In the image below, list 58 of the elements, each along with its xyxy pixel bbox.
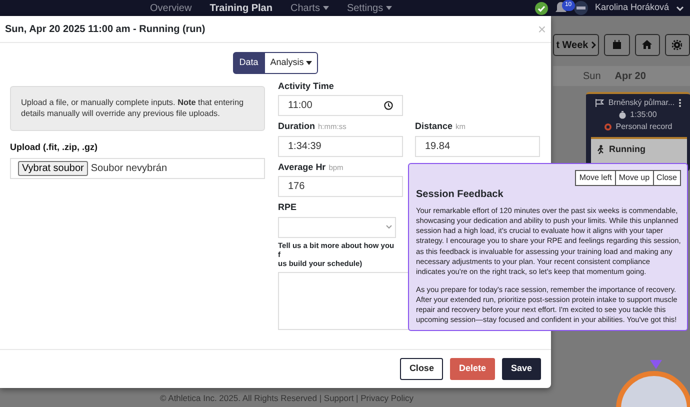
modal-button[interactable]: Close <box>400 358 443 380</box>
home-icon <box>642 40 652 50</box>
settings-icon <box>672 40 682 50</box>
upload-label: Upload (.fit, .zip, .gz) <box>10 141 98 154</box>
popover-button[interactable]: Move left <box>575 170 616 186</box>
chevron-down-icon <box>386 225 392 229</box>
file-status-text: Soubor nevybrán <box>90 162 168 176</box>
date-label: Apr 20 <box>614 70 646 84</box>
chevron-down-icon[interactable] <box>676 6 684 10</box>
settings-button[interactable] <box>664 34 690 56</box>
text-input[interactable]: 19.84 <box>415 136 540 156</box>
nav-link[interactable]: Charts <box>290 0 329 16</box>
chevron-right-icon <box>591 41 596 49</box>
target-icon <box>604 123 612 131</box>
user-name[interactable]: Karolina Horáková <box>594 1 669 15</box>
input-value: 11:00 <box>288 99 312 113</box>
notice-text: Upload a file, or manually complete inputs. Note that entering details manually will override any previous file uploads. <box>10 86 265 132</box>
race-event-card[interactable]: Brněnský půlmar... 1:35:00 Personal record Running <box>586 92 690 170</box>
field-label: Activity Time <box>278 80 335 93</box>
event-duration: 1:35:00 <box>630 109 657 121</box>
popover-button[interactable]: Close <box>654 170 681 186</box>
club-logo-icon <box>574 1 588 15</box>
flag-icon <box>595 99 604 107</box>
time-input[interactable]: 11:00 <box>278 95 403 116</box>
modal-button[interactable]: Save <box>502 358 541 380</box>
choose-file-button[interactable]: Vybrat soubor <box>18 160 88 176</box>
footer-text: © Athletica Inc. 2025. All Rights Reserved | Support | Privacy Policy <box>160 392 414 405</box>
event-record: Personal record <box>616 121 672 133</box>
clock-icon <box>384 101 393 110</box>
view-tab[interactable]: Analysis <box>264 52 318 74</box>
runner-icon <box>596 145 604 154</box>
popover-button[interactable]: Move up <box>616 170 654 186</box>
calendar-icon <box>612 40 622 50</box>
input-value: 176 <box>288 180 305 194</box>
modal-title: Sun, Apr 20 2025 11:00 am - Running (run) <box>5 22 206 36</box>
nav-link[interactable]: Training Plan <box>210 0 272 16</box>
home-button[interactable] <box>634 34 660 56</box>
field-label: Average Hr <box>278 160 326 174</box>
nav-link[interactable]: Overview <box>150 0 192 16</box>
file-input-field[interactable]: Vybrat soubor Soubor nevybrán <box>10 158 265 179</box>
view-tab[interactable]: Data <box>233 52 264 74</box>
input-value: 19.84 <box>425 140 450 154</box>
modal-button[interactable]: Delete <box>450 358 495 380</box>
session-title: Running <box>609 143 646 156</box>
nav-link[interactable]: Settings <box>346 0 392 16</box>
kebab-menu-icon[interactable] <box>678 99 681 107</box>
field-label: Duration <box>278 120 315 133</box>
feedback-title: Session Feedback <box>416 188 504 202</box>
field-label: Distance <box>415 120 453 133</box>
input-value: 1:34:39 <box>288 140 322 154</box>
text-input[interactable]: 1:34:39 <box>278 136 403 156</box>
field-label: RPE <box>278 201 298 214</box>
stopwatch-icon <box>619 111 626 119</box>
event-title: Brněnský půlmar... <box>608 97 675 109</box>
text-input[interactable]: 176 <box>278 176 403 197</box>
day-name: Sun <box>583 70 601 84</box>
next-week-button[interactable]: t Week <box>553 34 600 56</box>
calendar-button[interactable] <box>604 34 630 56</box>
